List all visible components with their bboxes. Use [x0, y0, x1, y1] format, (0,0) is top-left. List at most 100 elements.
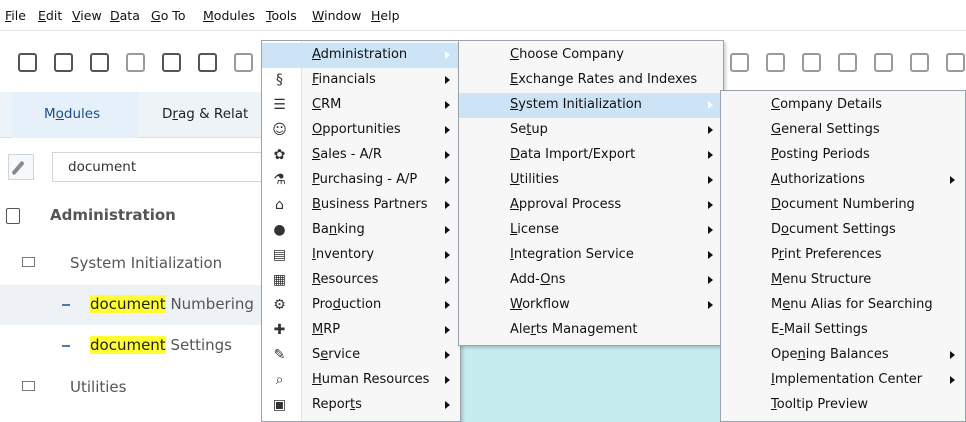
- menu-item-integration-service[interactable]: Integration Service: [459, 243, 723, 268]
- menu-item-system-initialization[interactable]: System Initialization: [459, 93, 723, 118]
- menu-item-license[interactable]: License: [459, 218, 723, 243]
- menu-item-print-preferences[interactable]: Print Preferences: [721, 243, 965, 268]
- tree-item-document-settings[interactable]: document Settings: [0, 326, 262, 366]
- menu-item-reports[interactable]: ▣ Reports: [262, 393, 460, 418]
- menu-item-company-details[interactable]: Company Details: [721, 93, 965, 118]
- tree-item-label: Administration: [50, 206, 176, 224]
- menu-item-label-accel: O: [540, 272, 551, 287]
- submenu-arrow-icon: [445, 76, 450, 84]
- menu-item-authorizations[interactable]: Authorizations: [721, 168, 965, 193]
- menu-item-label-accel: C: [510, 47, 520, 62]
- menu-item-choose-company[interactable]: Choose Company: [459, 43, 723, 68]
- print-preview-icon[interactable]: [18, 53, 37, 72]
- leaf-dash-icon: [62, 304, 70, 306]
- menu-label-post: ata: [119, 8, 140, 23]
- pdf-export-icon[interactable]: [162, 53, 181, 72]
- service-icon: ✎: [273, 347, 286, 363]
- tree-item-label: Utilities: [70, 378, 127, 396]
- menu-item-inventory[interactable]: ▤ Inventory: [262, 243, 460, 268]
- menu-item-administration[interactable]: Administration: [262, 43, 460, 68]
- menu-item-document-settings[interactable]: Document Settings: [721, 218, 965, 243]
- menu-item-label-pre: E: [771, 322, 780, 337]
- inventory-icon: ▤: [272, 247, 287, 263]
- menu-item-implementation-center[interactable]: Implementation Center: [721, 368, 965, 393]
- first-record-icon[interactable]: [730, 53, 749, 72]
- tab-modules-post: dules: [63, 106, 101, 122]
- menu-item-document-numbering[interactable]: Document Numbering: [721, 193, 965, 218]
- tree-item-administration[interactable]: Administration: [0, 196, 262, 236]
- menu-item-label-post: icense: [517, 222, 560, 237]
- print-icon[interactable]: [54, 53, 73, 72]
- email-icon[interactable]: [90, 53, 109, 72]
- form-settings-icon[interactable]: [946, 53, 965, 72]
- submenu-arrow-icon: [445, 376, 450, 384]
- menu-modules[interactable]: Modules: [203, 8, 255, 23]
- menu-item-e-mail-settings[interactable]: E-Mail Settings: [721, 318, 965, 343]
- submenu-arrow-icon: [708, 251, 713, 259]
- journal-icon[interactable]: [910, 53, 929, 72]
- menu-item-opening-balances[interactable]: Opening Balances: [721, 343, 965, 368]
- tree-item-utilities[interactable]: Utilities: [0, 368, 262, 408]
- menu-help[interactable]: Help: [371, 8, 400, 23]
- menu-item-data-import-export[interactable]: Data Import/Export: [459, 143, 723, 168]
- menu-label-post: indow: [324, 8, 362, 23]
- menu-item-alerts-management[interactable]: Alerts Management: [459, 318, 723, 343]
- menu-item-label-post: ooltip Preview: [776, 397, 868, 412]
- menu-item-purchasing-a-p[interactable]: ⚗ Purchasing - A/P: [262, 168, 460, 193]
- menu-item-label-post: s: [355, 397, 362, 412]
- excel-export-icon[interactable]: [198, 53, 217, 72]
- menu-item-opportunities[interactable]: ☺ Opportunities: [262, 118, 460, 143]
- settings-icon[interactable]: [802, 53, 821, 72]
- menu-item-production[interactable]: ⚙ Production: [262, 293, 460, 318]
- previous-record-icon[interactable]: [766, 53, 785, 72]
- base-document-icon[interactable]: [838, 53, 857, 72]
- tab-modules[interactable]: Modules: [44, 106, 100, 122]
- submenu-arrow-icon: [950, 376, 955, 384]
- wrench-icon[interactable]: [8, 154, 34, 180]
- menu-data[interactable]: Data: [110, 8, 140, 23]
- menu-item-business-partners[interactable]: ⌂ Business Partners: [262, 193, 460, 218]
- pane-tabs: Modules Drag & Relat: [0, 92, 262, 138]
- menu-item-banking[interactable]: ● Banking: [262, 218, 460, 243]
- menu-item-label-post: ing Balances: [805, 347, 889, 362]
- menu-go-to[interactable]: Go To: [151, 8, 185, 23]
- menu-item-approval-process[interactable]: Approval Process: [459, 193, 723, 218]
- menu-item-workflow[interactable]: Workflow: [459, 293, 723, 318]
- menu-item-general-settings[interactable]: General Settings: [721, 118, 965, 143]
- search-input[interactable]: document: [52, 152, 272, 182]
- tree-item-document-numbering[interactable]: document Numbering: [0, 285, 262, 325]
- word-export-icon[interactable]: [234, 53, 253, 72]
- menu-item-resources[interactable]: ▦ Resources: [262, 268, 460, 293]
- menu-item-label-post: tilities: [519, 172, 559, 187]
- menu-item-human-resources[interactable]: ⌕ Human Resources: [262, 368, 460, 393]
- menu-view[interactable]: View: [72, 8, 102, 23]
- submenu-arrow-icon: [445, 226, 450, 234]
- menu-item-mrp[interactable]: ✚ MRP: [262, 318, 460, 343]
- menu-item-posting-periods[interactable]: Posting Periods: [721, 143, 965, 168]
- tab-drag-relate[interactable]: Drag & Relat: [162, 106, 248, 122]
- menu-item-label-accel: C: [771, 97, 781, 112]
- menu-label-accel: H: [371, 8, 381, 23]
- menu-item-utilities[interactable]: Utilities: [459, 168, 723, 193]
- tree-item-system-initialization[interactable]: System Initialization: [0, 244, 262, 284]
- menu-item-menu-alias-for-searching[interactable]: Menu Alias for Searching: [721, 293, 965, 318]
- menu-item-financials[interactable]: § Financials: [262, 68, 460, 93]
- menu-label-post: elp: [380, 8, 400, 23]
- menu-window[interactable]: Window: [312, 8, 361, 23]
- menu-item-sales-a-r[interactable]: ✿ Sales - A/R: [262, 143, 460, 168]
- menu-label-post: iew: [80, 8, 102, 23]
- balance-icon[interactable]: [874, 53, 893, 72]
- menu-item-exchange-rates-and-indexes[interactable]: Exchange Rates and Indexes: [459, 68, 723, 93]
- menu-file[interactable]: File: [5, 8, 26, 23]
- menu-item-setup[interactable]: Setup: [459, 118, 723, 143]
- menu-item-crm[interactable]: ☰ CRM: [262, 93, 460, 118]
- menu-tools[interactable]: Tools: [266, 8, 297, 23]
- menu-edit[interactable]: Edit: [38, 8, 62, 23]
- menu-item-service[interactable]: ✎ Service: [262, 343, 460, 368]
- menu-item-tooltip-preview[interactable]: Tooltip Preview: [721, 393, 965, 418]
- menu-item-label-post: ns: [550, 272, 566, 287]
- message-icon[interactable]: [126, 53, 145, 72]
- menu-item-menu-structure[interactable]: Menu Structure: [721, 268, 965, 293]
- menu-item-add-ons[interactable]: Add-Ons: [459, 268, 723, 293]
- menu-item-label-post: ystem Initialization: [518, 97, 642, 112]
